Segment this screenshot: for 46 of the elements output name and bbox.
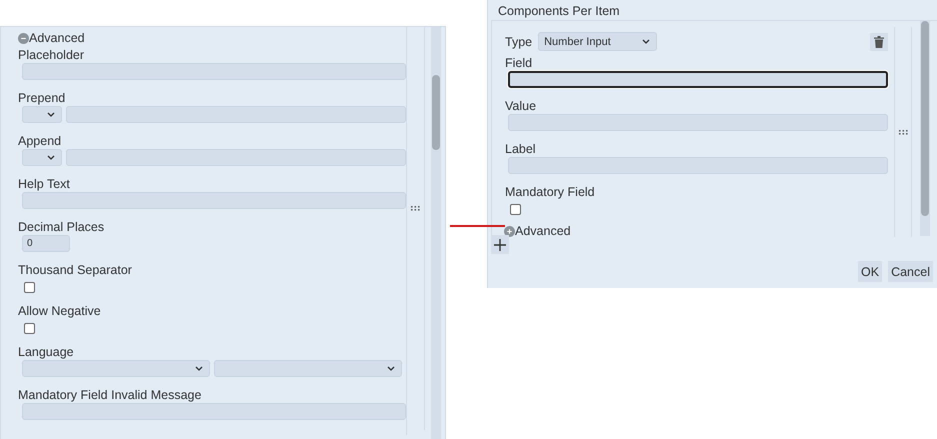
chevron-icon: [47, 155, 55, 160]
plus-icon: [494, 238, 506, 250]
grip-icon: [898, 130, 908, 134]
field-label: Thousand Separator: [18, 262, 133, 278]
chevron-icon: [195, 366, 203, 371]
grip-icon: [411, 206, 420, 211]
dialog-title: Components Per Item: [497, 3, 621, 20]
chevron-icon: [47, 112, 55, 117]
field-label: Value: [505, 98, 538, 114]
dialog-button[interactable]: Cancel: [888, 261, 933, 282]
select-field[interactable]: Number Input: [538, 32, 658, 51]
field-label: Placeholder: [18, 47, 86, 63]
dialog-button[interactable]: OK: [858, 261, 882, 282]
trash-icon: [874, 36, 884, 48]
chevron-icon: [642, 39, 650, 44]
select-field[interactable]: [214, 360, 402, 377]
scrollbar[interactable]: [431, 27, 441, 439]
field-label: Mandatory Field: [505, 184, 596, 200]
field-label: Label: [505, 141, 537, 157]
drag-handle[interactable]: [894, 27, 912, 237]
field-label: Mandatory Field Invalid Message: [18, 387, 202, 403]
checkbox[interactable]: [24, 323, 35, 334]
field-label: Decimal Places: [18, 219, 106, 235]
section-toggle[interactable]: Advanced: [29, 31, 85, 45]
field-label: Type: [505, 34, 532, 48]
field-label: Allow Negative: [18, 303, 102, 319]
select-field[interactable]: [22, 149, 62, 166]
checkbox[interactable]: [510, 204, 521, 215]
connector-line: [450, 225, 505, 227]
field-label: Prepend: [18, 90, 66, 106]
field-label: Append: [18, 133, 62, 149]
input-field[interactable]: [508, 71, 888, 88]
delete-button[interactable]: [870, 32, 888, 50]
select-field[interactable]: [22, 360, 210, 377]
chevron-icon: [387, 366, 395, 371]
checkbox[interactable]: [24, 282, 35, 293]
field-label: Language: [18, 344, 75, 360]
field-label: Help Text: [18, 176, 71, 192]
select-field[interactable]: [22, 106, 62, 123]
expand-icon[interactable]: [504, 226, 515, 236]
field-label: Field: [505, 55, 534, 71]
add-button[interactable]: [491, 235, 509, 254]
scrollbar[interactable]: [920, 21, 930, 236]
collapse-icon[interactable]: [18, 32, 29, 44]
number-field[interactable]: 0: [22, 235, 70, 252]
section-toggle[interactable]: Advanced: [515, 224, 571, 238]
